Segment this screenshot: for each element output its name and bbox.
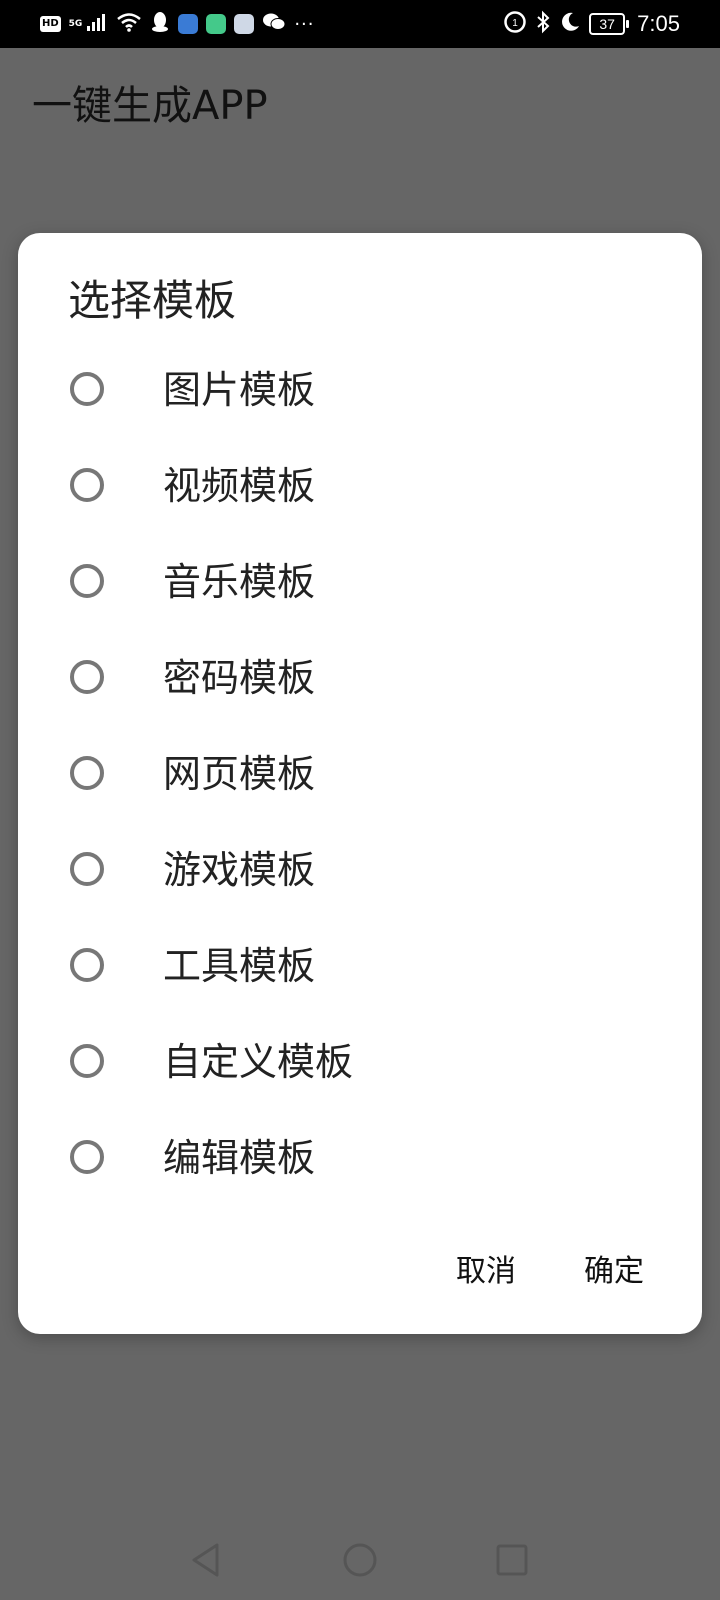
signal-icon xyxy=(86,12,108,36)
radio-button[interactable] xyxy=(70,372,104,406)
option-label: 自定义模板 xyxy=(163,1040,354,1084)
back-icon[interactable] xyxy=(186,1540,226,1580)
template-option[interactable]: 游戏模板 xyxy=(18,823,702,919)
template-option[interactable]: 密码模板 xyxy=(18,631,702,727)
confirm-button[interactable]: 确定 xyxy=(576,1244,652,1300)
home-icon[interactable] xyxy=(340,1540,380,1580)
option-label: 游戏模板 xyxy=(163,848,316,892)
data-saver-icon: 1 xyxy=(503,10,527,38)
option-label: 网页模板 xyxy=(163,752,316,796)
radio-button[interactable] xyxy=(70,948,104,982)
app-title: 一键生成APP xyxy=(32,83,268,129)
option-label: 编辑模板 xyxy=(163,1136,316,1180)
navigation-bar xyxy=(0,1520,720,1600)
hd-icon: HD xyxy=(40,16,61,32)
template-option[interactable]: 视频模板 xyxy=(18,439,702,535)
radio-button[interactable] xyxy=(70,468,104,502)
bluetooth-icon xyxy=(535,10,551,38)
dialog-title: 选择模板 xyxy=(68,276,237,325)
moon-icon xyxy=(559,11,581,37)
wifi-icon xyxy=(116,12,142,36)
template-option[interactable]: 自定义模板 xyxy=(18,1015,702,1111)
cancel-button[interactable]: 取消 xyxy=(448,1244,524,1300)
dialog-actions: 取消 确定 xyxy=(18,1244,702,1300)
app-icon xyxy=(178,14,199,34)
option-label: 音乐模板 xyxy=(163,560,316,604)
option-label: 视频模板 xyxy=(163,464,316,508)
status-time: 7:05 xyxy=(637,11,680,36)
template-option[interactable]: 网页模板 xyxy=(18,727,702,823)
template-option[interactable]: 工具模板 xyxy=(18,919,702,1015)
template-options-list: 图片模板 视频模板 音乐模板 密码模板 网页模板 游戏模板 工具模板 自定义模板… xyxy=(18,343,702,1207)
option-label: 图片模板 xyxy=(163,368,316,412)
app-icon xyxy=(234,14,255,34)
template-option[interactable]: 音乐模板 xyxy=(18,535,702,631)
qq-icon xyxy=(150,11,170,37)
status-bar-right: 1 37 7:05 xyxy=(503,8,680,40)
recent-apps-icon[interactable] xyxy=(492,1540,532,1580)
svg-text:1: 1 xyxy=(512,18,518,29)
radio-button[interactable] xyxy=(70,756,104,790)
battery-icon: 37 xyxy=(589,13,630,35)
option-label: 密码模板 xyxy=(163,656,316,700)
radio-button[interactable] xyxy=(70,852,104,886)
radio-button[interactable] xyxy=(70,1140,104,1174)
template-option[interactable]: 编辑模板 xyxy=(18,1111,702,1207)
status-bar-left: HD 5G ··· xyxy=(40,10,315,38)
status-bar: HD 5G ··· 1 37 7:05 xyxy=(0,0,720,48)
radio-button[interactable] xyxy=(70,1044,104,1078)
template-option[interactable]: 图片模板 xyxy=(18,343,702,439)
radio-button[interactable] xyxy=(70,660,104,694)
network-type: 5G xyxy=(68,19,83,29)
more-notifications-icon: ··· xyxy=(294,13,315,35)
option-label: 工具模板 xyxy=(163,944,316,988)
wechat-icon xyxy=(262,12,286,36)
template-dialog: 选择模板 图片模板 视频模板 音乐模板 密码模板 网页模板 游戏模板 工具模板 xyxy=(18,233,702,1334)
radio-button[interactable] xyxy=(70,564,104,598)
app-icon xyxy=(206,14,227,34)
